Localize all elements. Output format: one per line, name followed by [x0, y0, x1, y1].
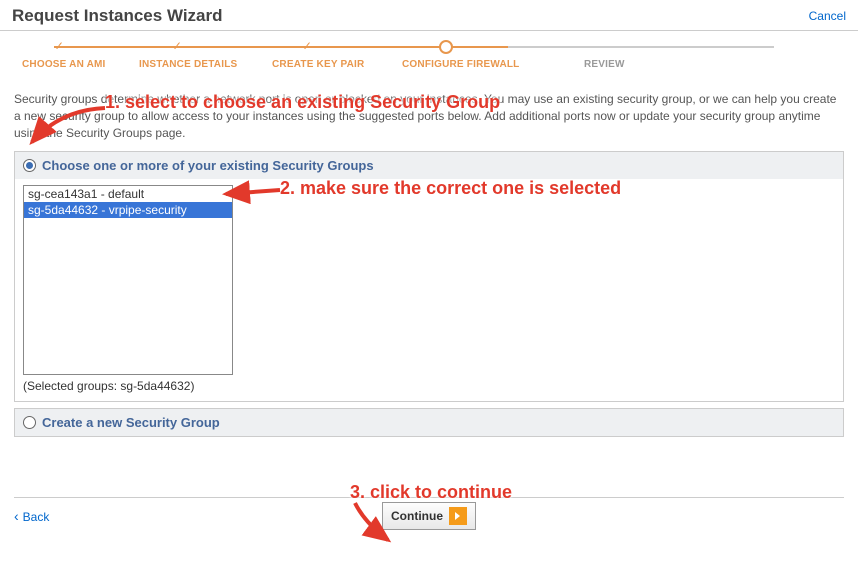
security-group-list[interactable]: sg-cea143a1 - default sg-5da44632 - vrpi…	[23, 185, 233, 375]
existing-sg-title: Choose one or more of your existing Secu…	[42, 158, 374, 173]
create-sg-header[interactable]: Create a new Security Group	[15, 409, 843, 436]
wizard-header: Request Instances Wizard Cancel	[0, 0, 858, 31]
selected-groups-text: (Selected groups: sg-5da44632)	[23, 379, 835, 393]
create-sg-radio[interactable]	[23, 416, 36, 429]
create-sg-panel: Create a new Security Group	[14, 408, 844, 437]
step-keypair[interactable]: CREATE KEY PAIR	[272, 59, 364, 70]
wizard-stepper: ✓ ✓ ✓ CHOOSE AN AMI INSTANCE DETAILS CRE…	[14, 37, 844, 77]
list-item[interactable]: sg-cea143a1 - default	[24, 186, 232, 202]
step-review: REVIEW	[584, 59, 625, 70]
current-step-dot	[439, 40, 453, 54]
arrow-right-icon	[449, 507, 467, 525]
wizard-footer: Back Continue	[0, 498, 858, 534]
continue-button[interactable]: Continue	[382, 502, 476, 530]
existing-sg-radio[interactable]	[23, 159, 36, 172]
step-details[interactable]: INSTANCE DETAILS	[139, 59, 237, 70]
continue-label: Continue	[391, 509, 443, 523]
existing-sg-header[interactable]: Choose one or more of your existing Secu…	[15, 152, 843, 179]
existing-sg-panel: Choose one or more of your existing Secu…	[14, 151, 844, 402]
step-ami[interactable]: CHOOSE AN AMI	[22, 59, 106, 70]
description-text: Security groups determine whether a netw…	[0, 81, 858, 147]
cancel-link[interactable]: Cancel	[809, 9, 846, 23]
step-firewall[interactable]: CONFIGURE FIREWALL	[402, 59, 519, 70]
wizard-title: Request Instances Wizard	[12, 6, 223, 26]
list-item[interactable]: sg-5da44632 - vrpipe-security	[24, 202, 232, 218]
back-link[interactable]: Back	[14, 508, 49, 524]
create-sg-title: Create a new Security Group	[42, 415, 220, 430]
